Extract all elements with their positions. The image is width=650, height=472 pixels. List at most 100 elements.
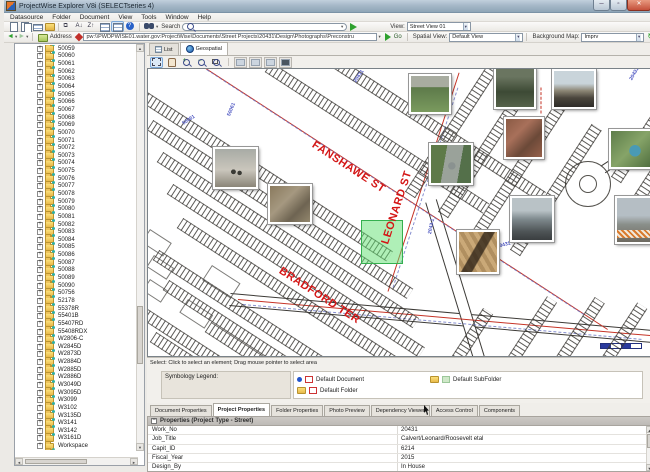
expand-icon[interactable] — [37, 84, 43, 91]
expand-icon[interactable] — [37, 275, 43, 282]
tree-item-50083[interactable]: 50083 — [15, 226, 136, 236]
expand-icon[interactable] — [37, 443, 43, 450]
expand-icon[interactable] — [37, 389, 43, 396]
title-bar[interactable]: ProjectWise Explorer V8i (SELECTseries 4… — [4, 0, 650, 13]
expand-icon[interactable] — [37, 366, 43, 373]
find-dropdown-caret[interactable]: ▾ — [156, 24, 158, 30]
property-row-fiscal-year[interactable]: Fiscal_Year 2015 — [148, 453, 646, 464]
tree-item-50063[interactable]: 50063 — [15, 73, 136, 84]
open-document-icon[interactable] — [20, 22, 32, 33]
background-map-select[interactable]: Imprv ▾ — [581, 32, 645, 42]
photo-thumbnail-garden-path[interactable] — [428, 142, 474, 186]
expand-icon[interactable] — [37, 122, 43, 129]
photo-thumbnail-park-pool[interactable] — [608, 128, 650, 170]
expand-icon[interactable] — [37, 91, 43, 98]
scroll-right-arrow[interactable]: ► — [130, 458, 138, 465]
photo-overlay-button[interactable] — [279, 56, 292, 68]
scroll-down-arrow[interactable]: ▼ — [136, 443, 144, 451]
address-input[interactable]: pw:\\PWDPWISE01.water.gov:ProjectWise\Do… — [83, 33, 378, 41]
tree-item-50076[interactable]: 50076 — [15, 173, 136, 183]
expand-icon[interactable] — [37, 259, 43, 266]
expand-icon[interactable] — [37, 359, 43, 366]
menu-item-folder[interactable]: Folder — [52, 14, 70, 21]
tree-item-w2873d[interactable]: W2873D — [15, 348, 136, 359]
photo-thumbnail-construction[interactable] — [614, 195, 650, 245]
tree-vertical-scrollbar[interactable]: ▲ ▼ — [136, 44, 144, 451]
pan-tool-button[interactable] — [165, 57, 178, 68]
tab-project-properties[interactable]: Project Properties — [212, 403, 271, 416]
up-one-level-icon[interactable] — [37, 33, 48, 42]
spatial-view-select[interactable]: Default View ▾ — [449, 32, 524, 42]
tree-item-w2885d[interactable]: W2885D — [15, 364, 136, 374]
expand-icon[interactable] — [37, 45, 43, 52]
tree-item-workspace[interactable]: Workspace — [15, 440, 136, 450]
expand-icon[interactable] — [37, 435, 43, 442]
expand-icon[interactable] — [37, 206, 43, 213]
chevron-down-icon[interactable]: ▾ — [515, 33, 521, 41]
expand-icon[interactable] — [37, 374, 43, 381]
tab-components[interactable]: Components — [478, 405, 521, 416]
scroll-thumb[interactable] — [25, 459, 87, 464]
collapse-icon[interactable] — [151, 418, 157, 424]
photo-thumbnail-roofs-aerial[interactable] — [503, 116, 545, 160]
tree-item-50756[interactable]: 50756 — [15, 287, 136, 298]
expand-icon[interactable] — [37, 99, 43, 106]
expand-icon[interactable] — [37, 160, 43, 167]
tree-item-50070[interactable]: 50070 — [15, 127, 136, 137]
tree-item-50085[interactable]: 50085 — [15, 241, 136, 252]
tree-item-50075[interactable]: 50075 — [15, 165, 136, 175]
expand-icon[interactable] — [37, 427, 43, 434]
expand-icon[interactable] — [37, 221, 43, 228]
search-caret[interactable]: ▾ — [341, 24, 343, 30]
tree-item-50073[interactable]: 50073 — [15, 150, 136, 160]
tree-item-52178[interactable]: 52178 — [15, 295, 136, 305]
tree-item-50080[interactable]: 50080 — [15, 203, 136, 213]
back-button[interactable]: ◄ — [7, 32, 14, 42]
expand-icon[interactable] — [37, 175, 43, 182]
expand-icon[interactable] — [37, 76, 43, 83]
tree-item-55408rdx[interactable]: 55408RDX — [15, 326, 136, 336]
list-view-icon[interactable] — [99, 22, 110, 32]
menu-item-datasource[interactable]: Datasource — [10, 14, 43, 21]
tree-item-50086[interactable]: 50086 — [15, 249, 136, 259]
tab-dependency-viewer[interactable]: Dependency Viewer — [370, 405, 430, 416]
details-view-icon[interactable] — [110, 21, 124, 32]
photo-thumbnail-wood-planks[interactable] — [456, 229, 500, 275]
expand-icon[interactable] — [37, 129, 43, 136]
expand-icon[interactable] — [37, 397, 43, 404]
new-document-icon[interactable] — [8, 22, 19, 32]
expand-icon[interactable] — [37, 282, 43, 289]
expand-icon[interactable] — [37, 420, 43, 427]
tree-item-w3141[interactable]: W3141 — [15, 417, 136, 427]
tree-item-w3161d[interactable]: W3161D — [15, 432, 136, 443]
tree-item-50065[interactable]: 50065 — [15, 89, 136, 99]
tree-item-50067[interactable]: 50067 — [15, 104, 136, 114]
zoom-window-button[interactable] — [210, 57, 223, 68]
tree-item-50077[interactable]: 50077 — [15, 180, 136, 191]
tree-item-50062[interactable]: 50062 — [15, 66, 136, 76]
find-binoculars-icon[interactable] — [143, 22, 155, 31]
view-select[interactable]: Street View 01 ▾ — [406, 22, 471, 31]
zoom-out-button[interactable] — [195, 57, 208, 68]
scroll-left-arrow[interactable]: ◄ — [15, 458, 23, 465]
expand-icon[interactable] — [37, 190, 43, 197]
forward-button[interactable]: ► — [18, 32, 25, 42]
expand-icon[interactable] — [37, 382, 43, 388]
tab-list[interactable]: List — [149, 43, 179, 55]
photo-thumbnail-aerial-dirt[interactable] — [267, 183, 313, 225]
tree-item-55401b[interactable]: 55401B — [15, 310, 136, 320]
tree-item-w2884d[interactable]: W2884D — [15, 356, 136, 366]
menu-item-document[interactable]: Document — [80, 14, 110, 21]
expand-icon[interactable] — [37, 114, 43, 121]
expand-icon[interactable] — [37, 213, 43, 220]
tree-item-50090[interactable]: 50090 — [15, 280, 136, 290]
back-history-caret[interactable]: ▾ — [15, 34, 17, 40]
tree-item-50078[interactable]: 50078 — [15, 188, 136, 198]
tree-item-50082[interactable]: 50082 — [15, 219, 136, 229]
menu-item-view[interactable]: View — [118, 14, 132, 21]
expand-icon[interactable] — [37, 168, 43, 175]
expand-icon[interactable] — [37, 320, 43, 327]
tree-item-50059[interactable]: 50059 — [15, 45, 136, 53]
tree-item-50060[interactable]: 50060 — [15, 50, 136, 61]
tree-item-w3099[interactable]: W3099 — [15, 394, 136, 404]
